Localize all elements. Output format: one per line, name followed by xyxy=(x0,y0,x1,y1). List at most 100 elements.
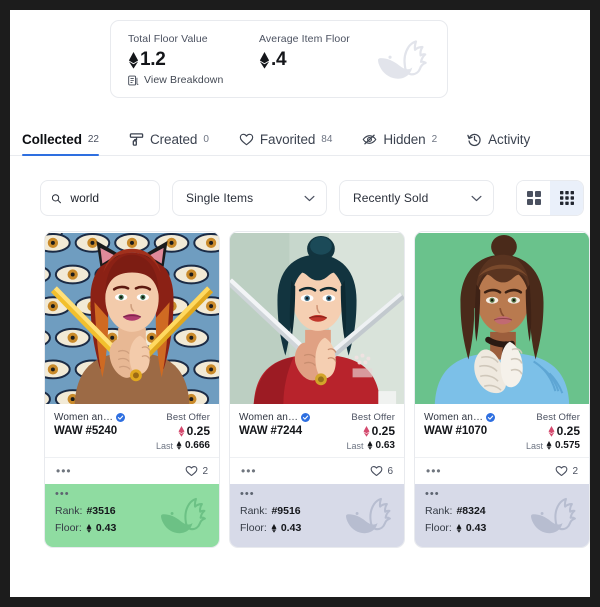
search-box[interactable] xyxy=(40,180,160,216)
item-type-select-value: Single Items xyxy=(186,191,254,205)
ethereum-icon xyxy=(128,51,139,69)
like-button[interactable]: 2 xyxy=(185,465,208,477)
nft-card[interactable]: Women an… Best Offer WAW #5240 0.25 Last… xyxy=(44,231,220,548)
ethereum-icon xyxy=(367,441,372,450)
tab-hidden-count: 2 xyxy=(431,134,438,145)
average-item-floor-stat: Average Item Floor .4 xyxy=(259,33,350,71)
profile-page: Total Floor Value 1.2 Average Item Floor xyxy=(10,10,590,597)
floor-label: Floor: xyxy=(240,522,267,534)
nft-card-actions: ••• 2 xyxy=(45,457,219,484)
tab-collected-count: 22 xyxy=(87,134,99,145)
nft-card-actions: ••• 6 xyxy=(230,457,404,484)
last-sale-row: Last 0.63 xyxy=(239,440,395,451)
tab-activity-label: Activity xyxy=(488,132,531,147)
ethereum-icon xyxy=(456,523,462,533)
nft-card-footer: ••• Rank: #9516 Floor: 0.43 xyxy=(230,484,404,547)
like-button[interactable]: 6 xyxy=(370,465,393,477)
chevron-down-icon xyxy=(471,195,482,201)
collection-name: Women an… xyxy=(424,412,496,423)
tab-created-label: Created xyxy=(150,132,198,147)
verified-badge-icon xyxy=(116,413,126,422)
tab-hidden-label: Hidden xyxy=(383,132,426,147)
breakdown-list-icon xyxy=(128,75,139,85)
view-large-grid-button[interactable] xyxy=(517,181,550,215)
nft-card-info: Women an… Best Offer WAW #5240 0.25 Last… xyxy=(45,405,219,457)
average-item-floor-amount: .4 xyxy=(259,49,350,71)
search-input[interactable] xyxy=(70,191,149,205)
tab-hidden[interactable]: Hidden 2 xyxy=(362,124,437,155)
view-mode-toggle xyxy=(516,180,584,216)
view-small-grid-button[interactable] xyxy=(550,181,583,215)
nft-card-grid: Women an… Best Offer WAW #5240 0.25 Last… xyxy=(10,216,590,548)
floor-value: 0.43 xyxy=(280,522,302,534)
best-offer-price-value: 0.25 xyxy=(556,424,580,438)
nft-card-info: Women an… Best Offer WAW #7244 0.25 Last… xyxy=(230,405,404,457)
like-button[interactable]: 2 xyxy=(555,465,578,477)
item-type-select[interactable]: Single Items xyxy=(172,180,327,216)
search-icon xyxy=(51,193,61,203)
tab-created[interactable]: Created 0 xyxy=(129,124,209,155)
average-item-floor-number: .4 xyxy=(271,49,287,70)
ethereum-icon xyxy=(176,441,182,450)
best-offer-price: 0.25 xyxy=(548,424,580,438)
view-breakdown-label: View Breakdown xyxy=(144,74,224,86)
more-options-button[interactable]: ••• xyxy=(56,465,72,477)
grid-large-icon xyxy=(526,191,541,205)
whale-icon xyxy=(378,40,427,79)
total-floor-value-stat: Total Floor Value 1.2 xyxy=(128,33,259,71)
nft-card[interactable]: Women an… Best Offer WAW #7244 0.25 Last… xyxy=(229,231,405,548)
tab-favorited-count: 84 xyxy=(321,134,333,145)
nft-card[interactable]: Women an… Best Offer WAW #1070 0.25 Last… xyxy=(414,231,590,548)
last-sale-row: Last 0.666 xyxy=(54,440,210,451)
tab-created-count: 0 xyxy=(203,134,209,145)
nft-card-footer: ••• Rank: #3516 Floor: 0.43 xyxy=(45,484,219,547)
tab-collected[interactable]: Collected 22 xyxy=(22,124,99,156)
last-sale-row: Last 0.575 xyxy=(424,440,580,451)
rank-value: #3516 xyxy=(86,505,116,517)
ethereum-icon xyxy=(363,425,370,437)
tab-favorited-label: Favorited xyxy=(259,132,316,147)
total-floor-value-amount: 1.2 xyxy=(128,49,259,71)
best-offer-price: 0.25 xyxy=(363,424,395,438)
like-count: 2 xyxy=(572,465,578,477)
verified-badge-icon xyxy=(301,413,311,422)
grid-small-icon xyxy=(559,191,574,205)
last-sale-value: 0.63 xyxy=(375,440,395,451)
ethereum-icon xyxy=(86,523,92,533)
token-id: WAW #1070 xyxy=(424,425,488,437)
last-sale-label: Last xyxy=(155,440,173,451)
heart-icon xyxy=(186,465,198,477)
average-item-floor-label: Average Item Floor xyxy=(259,33,350,45)
token-id: WAW #7244 xyxy=(239,425,303,437)
best-offer-price-value: 0.25 xyxy=(371,424,395,438)
chevron-down-icon xyxy=(304,195,315,201)
total-floor-value-number: 1.2 xyxy=(140,49,166,70)
last-sale-label: Last xyxy=(346,440,364,451)
collection-name-text: Women an… xyxy=(54,412,114,423)
floor-label: Floor: xyxy=(425,522,452,534)
clock-history-icon xyxy=(467,133,481,147)
sort-select-value: Recently Sold xyxy=(353,191,429,205)
rank-label: Rank: xyxy=(425,505,453,517)
tab-activity[interactable]: Activity xyxy=(467,124,530,155)
more-options-button[interactable]: ••• xyxy=(241,465,257,477)
rank-value: #9516 xyxy=(271,505,301,517)
more-options-button[interactable]: ••• xyxy=(426,465,442,477)
tab-collected-label: Collected xyxy=(22,132,82,147)
whale-icon xyxy=(346,497,391,534)
nft-card-info: Women an… Best Offer WAW #1070 0.25 Last… xyxy=(415,405,589,457)
last-sale-label: Last xyxy=(525,440,543,451)
nft-artwork xyxy=(230,232,404,405)
collection-name-text: Women an… xyxy=(239,412,299,423)
last-sale-value: 0.666 xyxy=(184,440,210,451)
tab-favorited[interactable]: Favorited 84 xyxy=(239,124,333,155)
floor-value: 0.43 xyxy=(95,522,117,534)
like-count: 6 xyxy=(387,465,393,477)
nft-card-actions: ••• 2 xyxy=(415,457,589,484)
whale-icon xyxy=(531,497,576,534)
sort-select[interactable]: Recently Sold xyxy=(339,180,494,216)
stats-section: Total Floor Value 1.2 Average Item Floor xyxy=(10,10,590,98)
eye-off-icon xyxy=(362,134,377,145)
view-breakdown-button[interactable]: View Breakdown xyxy=(128,74,223,86)
rank-value: #8324 xyxy=(456,505,486,517)
